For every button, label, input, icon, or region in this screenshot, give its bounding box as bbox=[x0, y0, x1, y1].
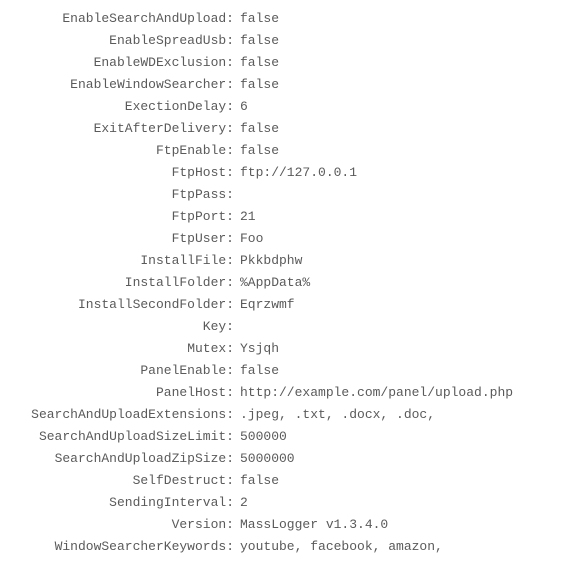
config-row: InstallFile: Pkkbdphw bbox=[4, 250, 573, 272]
config-row: EnableWDExclusion: false bbox=[4, 52, 573, 74]
config-row: FtpPass: bbox=[4, 184, 573, 206]
config-value: false bbox=[240, 470, 279, 492]
config-row: FtpHost: ftp://127.0.0.1 bbox=[4, 162, 573, 184]
config-row: ExectionDelay: 6 bbox=[4, 96, 573, 118]
config-key: InstallFile: bbox=[4, 250, 240, 272]
config-key: SearchAndUploadExtensions: bbox=[4, 404, 240, 426]
config-value: 500000 bbox=[240, 426, 287, 448]
config-value: false bbox=[240, 52, 279, 74]
config-value: .jpeg, .txt, .docx, .doc, bbox=[240, 404, 435, 426]
config-key: FtpUser: bbox=[4, 228, 240, 250]
config-key: EnableSearchAndUpload: bbox=[4, 8, 240, 30]
config-row: EnableWindowSearcher: false bbox=[4, 74, 573, 96]
config-key: PanelHost: bbox=[4, 382, 240, 404]
config-row: SendingInterval: 2 bbox=[4, 492, 573, 514]
config-key: InstallSecondFolder: bbox=[4, 294, 240, 316]
config-key: EnableWindowSearcher: bbox=[4, 74, 240, 96]
config-key: Mutex: bbox=[4, 338, 240, 360]
config-row: FtpEnable: false bbox=[4, 140, 573, 162]
config-key: FtpPass: bbox=[4, 184, 240, 206]
config-row: PanelEnable: false bbox=[4, 360, 573, 382]
config-key: FtpHost: bbox=[4, 162, 240, 184]
config-key: SelfDestruct: bbox=[4, 470, 240, 492]
config-row: SearchAndUploadExtensions: .jpeg, .txt, … bbox=[4, 404, 573, 426]
config-row: Mutex: Ysjqh bbox=[4, 338, 573, 360]
config-value: 2 bbox=[240, 492, 248, 514]
config-value: http://example.com/panel/upload.php bbox=[240, 382, 513, 404]
config-row: SearchAndUploadSizeLimit: 500000 bbox=[4, 426, 573, 448]
config-value: ftp://127.0.0.1 bbox=[240, 162, 357, 184]
config-key: PanelEnable: bbox=[4, 360, 240, 382]
config-row: SelfDestruct: false bbox=[4, 470, 573, 492]
config-value: Pkkbdphw bbox=[240, 250, 302, 272]
config-value: Eqrzwmf bbox=[240, 294, 295, 316]
config-row: SearchAndUploadZipSize: 5000000 bbox=[4, 448, 573, 470]
config-row: Version: MassLogger v1.3.4.0 bbox=[4, 514, 573, 536]
config-row: PanelHost: http://example.com/panel/uplo… bbox=[4, 382, 573, 404]
config-row: FtpPort: 21 bbox=[4, 206, 573, 228]
config-value: false bbox=[240, 118, 279, 140]
config-key: Key: bbox=[4, 316, 240, 338]
config-value: youtube, facebook, amazon, bbox=[240, 536, 443, 558]
config-key: ExitAfterDelivery: bbox=[4, 118, 240, 140]
config-row: EnableSearchAndUpload: false bbox=[4, 8, 573, 30]
config-key: SendingInterval: bbox=[4, 492, 240, 514]
config-key: SearchAndUploadZipSize: bbox=[4, 448, 240, 470]
config-value: 6 bbox=[240, 96, 248, 118]
config-key: EnableSpreadUsb: bbox=[4, 30, 240, 52]
config-value: false bbox=[240, 74, 279, 96]
config-key: ExectionDelay: bbox=[4, 96, 240, 118]
config-value: false bbox=[240, 30, 279, 52]
config-value: false bbox=[240, 140, 279, 162]
config-value: %AppData% bbox=[240, 272, 310, 294]
config-row: InstallFolder: %AppData% bbox=[4, 272, 573, 294]
config-key: Version: bbox=[4, 514, 240, 536]
config-row: EnableSpreadUsb: false bbox=[4, 30, 573, 52]
config-value: 21 bbox=[240, 206, 256, 228]
config-value: MassLogger v1.3.4.0 bbox=[240, 514, 388, 536]
config-key: InstallFolder: bbox=[4, 272, 240, 294]
config-key: FtpPort: bbox=[4, 206, 240, 228]
config-value: Ysjqh bbox=[240, 338, 279, 360]
config-value: false bbox=[240, 360, 279, 382]
config-key: WindowSearcherKeywords: bbox=[4, 536, 240, 558]
config-row: WindowSearcherKeywords: youtube, faceboo… bbox=[4, 536, 573, 558]
config-row: InstallSecondFolder: Eqrzwmf bbox=[4, 294, 573, 316]
config-list: EnableSearchAndUpload: false EnableSprea… bbox=[4, 8, 573, 558]
config-value: Foo bbox=[240, 228, 263, 250]
config-key: FtpEnable: bbox=[4, 140, 240, 162]
config-value: 5000000 bbox=[240, 448, 295, 470]
config-row: FtpUser: Foo bbox=[4, 228, 573, 250]
config-key: EnableWDExclusion: bbox=[4, 52, 240, 74]
config-key: SearchAndUploadSizeLimit: bbox=[4, 426, 240, 448]
config-row: ExitAfterDelivery: false bbox=[4, 118, 573, 140]
config-row: Key: bbox=[4, 316, 573, 338]
config-value: false bbox=[240, 8, 279, 30]
